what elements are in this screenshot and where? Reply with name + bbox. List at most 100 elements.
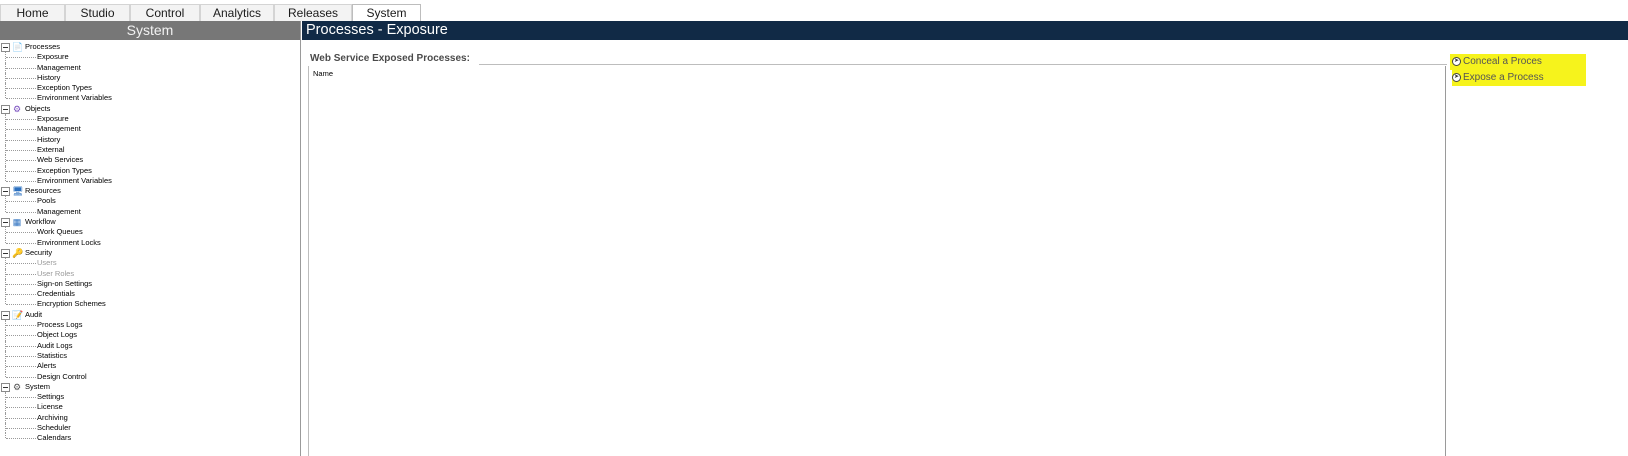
tab-studio[interactable]: Studio	[65, 4, 130, 21]
tree-item[interactable]: Statistics	[0, 350, 300, 362]
tree-item[interactable]: Alerts	[0, 361, 300, 372]
tree-item-label[interactable]: Process Logs	[37, 320, 82, 330]
collapse-icon[interactable]	[1, 43, 10, 52]
tree-group-row[interactable]: ⚙ Objects	[0, 104, 300, 114]
tree-item[interactable]: License	[0, 402, 300, 413]
tree-item-label[interactable]: Environment Variables	[37, 176, 112, 186]
tree-item-label[interactable]: Exception Types	[37, 83, 92, 93]
collapse-icon[interactable]	[1, 382, 10, 392]
tree-group-label[interactable]: Security	[25, 248, 52, 258]
tree-connector	[6, 263, 36, 265]
exposed-processes-list[interactable]: Name	[308, 66, 1446, 456]
tree-group-label[interactable]: Audit	[25, 310, 42, 320]
tree-item[interactable]: Settings	[0, 392, 300, 403]
collapse-icon[interactable]	[1, 310, 10, 320]
tree-item[interactable]: Web Services	[0, 155, 300, 166]
tree-item[interactable]: Management	[0, 124, 300, 135]
tree-item-label[interactable]: Web Services	[37, 155, 83, 165]
tree-item-label[interactable]: Design Control	[37, 372, 87, 382]
tree-item-label[interactable]: History	[37, 73, 60, 83]
tree-item-label[interactable]: Archiving	[37, 413, 68, 423]
tree-item[interactable]: External	[0, 144, 300, 156]
tree-item[interactable]: Sign-on Settings	[0, 278, 300, 290]
tree-group-row[interactable]: ▦ Workflow	[0, 217, 300, 228]
tree-item[interactable]: Management	[0, 206, 300, 217]
tree-group-row[interactable]: 🔑 Security	[0, 248, 300, 258]
tree-item[interactable]: Work Queues	[0, 227, 300, 238]
conceal-process-link[interactable]: ➤ Conceal a Proces	[1452, 54, 1542, 68]
tree-item-label[interactable]: Management	[37, 207, 81, 217]
tree-item-label[interactable]: Environment Variables	[37, 93, 112, 103]
tree-group-label[interactable]: System	[25, 382, 50, 392]
tree-item[interactable]: Environment Locks	[0, 237, 300, 248]
tree-item[interactable]: Calendars	[0, 433, 300, 443]
conceal-process-label: Conceal a Proces	[1463, 55, 1542, 67]
tree-item-label[interactable]: Work Queues	[37, 227, 83, 237]
tree-item-label[interactable]: Statistics	[37, 351, 67, 361]
tree-connector	[6, 304, 36, 306]
tree-item-label[interactable]: Exposure	[37, 114, 69, 124]
tree-item[interactable]: Exposure	[0, 114, 300, 125]
tree-item[interactable]: Exception Types	[0, 165, 300, 176]
tree-connector	[6, 211, 36, 213]
tree-item[interactable]: Object Logs	[0, 330, 300, 341]
tree-item[interactable]: History	[0, 134, 300, 145]
tree-item-label[interactable]: Pools	[37, 196, 56, 206]
tab-analytics[interactable]: Analytics	[200, 4, 274, 21]
tree-item-label[interactable]: License	[37, 402, 63, 412]
tree-item-label[interactable]: Sign-on Settings	[37, 279, 92, 289]
tree-item[interactable]: Encryption Schemes	[0, 299, 300, 309]
tree-item[interactable]: Design Control	[0, 371, 300, 382]
tree-item-label[interactable]: Settings	[37, 392, 64, 402]
tree-item-label[interactable]: External	[37, 145, 65, 155]
collapse-icon[interactable]	[1, 248, 10, 258]
tree-group-label[interactable]: Workflow	[25, 217, 56, 227]
tree-group-label[interactable]: Processes	[25, 42, 60, 52]
tree-group-row[interactable]: 🖥 Resources	[0, 186, 300, 197]
tree-item-label[interactable]: Management	[37, 124, 81, 134]
tree-item[interactable]: Environment Variables	[0, 93, 300, 103]
collapse-icon[interactable]	[1, 104, 10, 114]
tree-item-label[interactable]: Object Logs	[37, 330, 77, 340]
tree-connector	[6, 283, 36, 285]
tree-item-label[interactable]: Environment Locks	[37, 238, 101, 248]
tree-item-label[interactable]: Scheduler	[37, 423, 71, 433]
tree-item[interactable]: Exception Types	[0, 83, 300, 94]
tree-item[interactable]: Scheduler	[0, 422, 300, 434]
tree-item[interactable]: Archiving	[0, 412, 300, 423]
tree-item-label[interactable]: Credentials	[37, 289, 75, 299]
tree-item-label[interactable]: Exception Types	[37, 166, 92, 176]
tree-group-row[interactable]: ⚙ System	[0, 382, 300, 392]
tree-item-label[interactable]: Calendars	[37, 433, 71, 443]
collapse-icon[interactable]	[1, 187, 10, 197]
tree-item[interactable]: Users	[0, 258, 300, 269]
tab-system[interactable]: System	[352, 4, 421, 21]
tree-group-row[interactable]: 📄 Processes	[0, 42, 300, 52]
section-divider	[479, 64, 1447, 65]
tree-item[interactable]: Environment Variables	[0, 175, 300, 186]
tree-group-label[interactable]: Objects	[25, 104, 50, 114]
tab-releases[interactable]: Releases	[274, 4, 352, 21]
column-header-name[interactable]: Name	[313, 69, 333, 78]
tree-item-label[interactable]: Audit Logs	[37, 341, 72, 351]
tree-item[interactable]: Audit Logs	[0, 340, 300, 351]
tree-item[interactable]: Exposure	[0, 52, 300, 63]
tree-item[interactable]: History	[0, 72, 300, 84]
tab-control[interactable]: Control	[130, 4, 200, 21]
tree-item[interactable]: Process Logs	[0, 320, 300, 331]
collapse-icon[interactable]	[1, 218, 10, 228]
tab-home[interactable]: Home	[0, 4, 65, 21]
tree-item[interactable]: Credentials	[0, 289, 300, 300]
tree-item-label[interactable]: History	[37, 135, 60, 145]
tree-group-row[interactable]: 📝 Audit	[0, 310, 300, 320]
expose-process-link[interactable]: ➤ Expose a Process	[1452, 70, 1544, 84]
tree-item-label[interactable]: Alerts	[37, 361, 56, 371]
tree-item[interactable]: Pools	[0, 196, 300, 207]
tree-item[interactable]: Management	[0, 62, 300, 73]
tree-item[interactable]: User Roles	[0, 268, 300, 279]
tree-item-label[interactable]: Management	[37, 63, 81, 73]
tree-item-label[interactable]: Exposure	[37, 52, 69, 62]
tree-group-label[interactable]: Resources	[25, 186, 61, 196]
tree-connector	[6, 355, 36, 357]
tree-item-label[interactable]: Encryption Schemes	[37, 299, 106, 309]
